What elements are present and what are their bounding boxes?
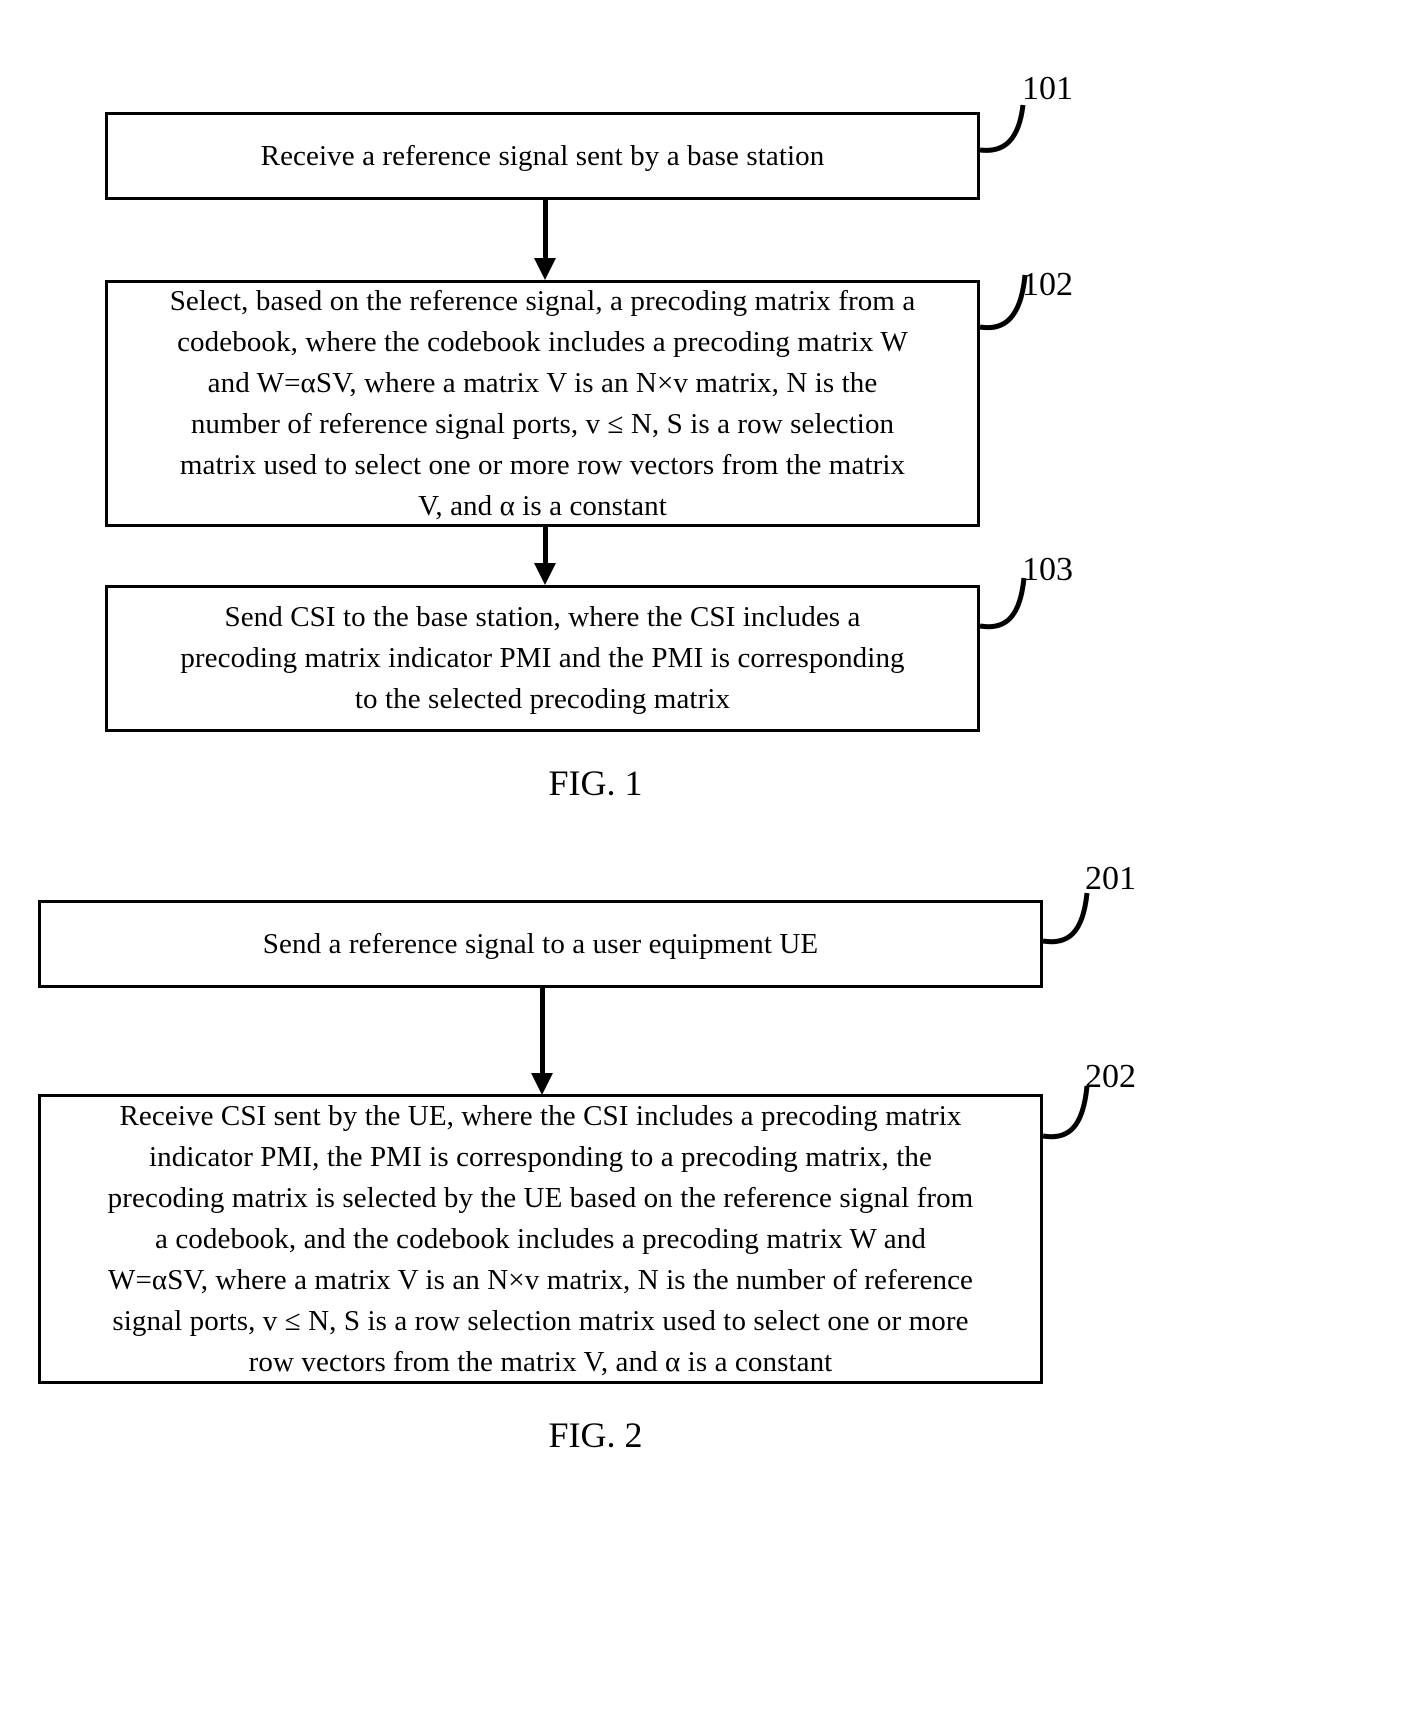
flow-box-201: Send a reference signal to a user equipm… [38, 900, 1043, 988]
connector-101-to-102 [534, 200, 556, 280]
flow-box-201-text: Send a reference signal to a user equipm… [262, 927, 819, 960]
reference-numeral-101: 101 [1022, 70, 1073, 107]
flow-box-103-text: Send CSI to the base station, where the … [180, 601, 905, 715]
reference-numeral-103: 103 [1022, 551, 1073, 588]
figure-caption-1: FIG. 1 [548, 763, 643, 803]
flow-box-102-text: Select, based on the reference signal, a… [169, 284, 916, 522]
connector-102-to-103 [534, 527, 556, 585]
flow-box-202: Receive CSI sent by the UE, where the CS… [38, 1094, 1043, 1384]
connector-201-to-202 [531, 988, 553, 1095]
reference-numeral-201: 201 [1085, 860, 1136, 897]
flow-box-102: Select, based on the reference signal, a… [105, 280, 980, 527]
reference-numeral-102: 102 [1022, 266, 1073, 303]
reference-numeral-202: 202 [1085, 1058, 1136, 1095]
flow-box-202-text: Receive CSI sent by the UE, where the CS… [107, 1099, 974, 1378]
flow-box-101-text: Receive a reference signal sent by a bas… [260, 139, 825, 172]
figure-caption-2: FIG. 2 [548, 1415, 643, 1455]
flow-box-103: Send CSI to the base station, where the … [105, 585, 980, 732]
patent-drawing-sheet: Receive a reference signal sent by a bas… [0, 0, 1426, 1717]
flow-box-101: Receive a reference signal sent by a bas… [105, 112, 980, 200]
